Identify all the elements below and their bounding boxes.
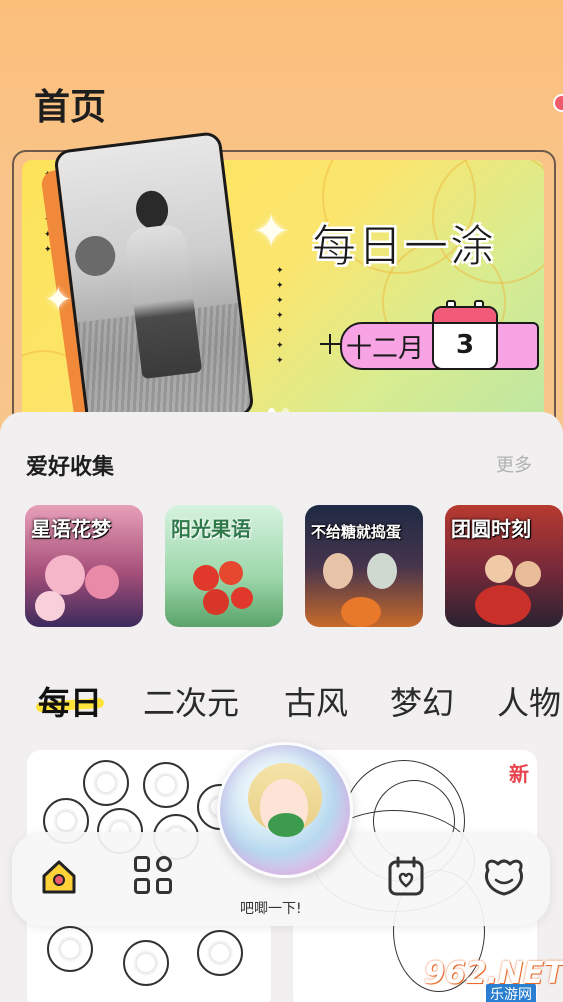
profile-icon[interactable] <box>480 856 528 898</box>
banner-title: 每日一涂 <box>312 221 496 273</box>
hobby-label: 不给糖就捣蛋 <box>311 523 402 541</box>
home-icon[interactable] <box>40 858 78 896</box>
plus-decoration <box>329 334 331 354</box>
tab-anime[interactable]: 二次元 <box>143 678 239 724</box>
calendar-icon: 3 <box>432 306 498 370</box>
hobby-card[interactable]: 阳光果语 <box>165 505 283 627</box>
favorites-icon[interactable] <box>386 856 426 898</box>
hobby-card[interactable]: 星语花梦 <box>25 505 143 627</box>
sparkle-icon: ✦ <box>44 280 73 320</box>
watermark: 962.NET 乐游网 <box>424 950 563 1002</box>
banner-photo <box>53 130 255 436</box>
section-title: 爱好收集 <box>26 455 115 480</box>
tab-fantasy[interactable]: 梦幻 <box>390 678 454 724</box>
month-label: 十二月 <box>346 334 425 364</box>
page-title: 首页 <box>34 87 107 128</box>
calendar-day: 3 <box>455 330 475 360</box>
leaf-icon <box>268 813 304 837</box>
hobby-card[interactable]: 团圆时刻 <box>445 505 563 627</box>
hobby-card[interactable]: 不给糖就捣蛋 <box>305 505 423 627</box>
tree-shape <box>72 233 118 279</box>
new-badge: 新 <box>509 762 529 786</box>
center-action-label[interactable]: 吧唧一下! <box>240 898 302 918</box>
grid-icon[interactable] <box>134 856 176 898</box>
sparkle-icon: ✦ <box>252 204 291 258</box>
hobby-label: 星语花梦 <box>31 517 111 541</box>
hobby-label: 阳光果语 <box>171 517 251 541</box>
tab-ancient-style[interactable]: 古风 <box>284 678 348 724</box>
dot-decoration: ✦ ✦ ✦ ✦ ✦ ✦ ✦ <box>276 266 284 366</box>
tab-daily[interactable]: 每日 <box>38 678 102 724</box>
more-link[interactable]: 更多 <box>496 451 532 477</box>
tab-people[interactable]: 人物 <box>497 678 561 724</box>
hobby-label: 团圆时刻 <box>451 517 531 541</box>
center-action-button[interactable] <box>217 742 353 878</box>
watermark-sub: 乐游网 <box>486 984 536 1002</box>
